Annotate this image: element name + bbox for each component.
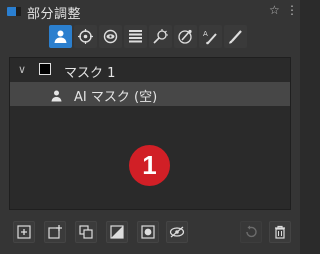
color-picker-icon[interactable] xyxy=(174,25,197,48)
panel-title: 部分調整 xyxy=(27,7,82,22)
chevron-down-icon[interactable]: ∨ xyxy=(18,63,26,76)
person-mask-icon[interactable] xyxy=(49,25,72,48)
eye-hide-icon[interactable] xyxy=(166,221,188,243)
callout-number-badge: 1 xyxy=(129,145,170,186)
magic-wand-icon[interactable] xyxy=(149,25,172,48)
panel-header: 部分調整 ☆ ⋮ xyxy=(0,0,300,22)
duplicate-icon[interactable] xyxy=(75,221,97,243)
add-layer-icon[interactable] xyxy=(13,221,35,243)
mask-color-swatch[interactable] xyxy=(39,63,51,75)
trash-icon[interactable] xyxy=(269,221,291,243)
ai-mask-row[interactable]: AI マスク (空) xyxy=(10,82,290,106)
brush-icon[interactable] xyxy=(224,25,247,48)
undo-icon[interactable] xyxy=(240,221,262,243)
local-adjustments-panel: 部分調整 ☆ ⋮ A ∨ マスク 1 AI マスク (空) 1 xyxy=(0,0,300,254)
mask-layer-row[interactable]: ∨ マスク 1 xyxy=(10,58,290,82)
mask-layer-list: ∨ マスク 1 AI マスク (空) xyxy=(9,57,291,210)
text-brush-icon[interactable]: A xyxy=(199,25,222,48)
mask-tool-toolbar: A xyxy=(49,25,249,48)
record-mask-icon[interactable] xyxy=(137,221,159,243)
person-icon xyxy=(50,87,63,106)
invert-icon[interactable] xyxy=(106,221,128,243)
panel-menu-icon[interactable]: ⋮ xyxy=(286,3,298,17)
favorite-star-icon[interactable]: ☆ xyxy=(269,3,280,17)
eye-ring-icon[interactable] xyxy=(99,25,122,48)
mask-layer-label: マスク 1 xyxy=(64,66,116,81)
crosshair-target-icon[interactable] xyxy=(74,25,97,48)
lines-stack-icon[interactable] xyxy=(124,25,147,48)
ai-mask-label: AI マスク (空) xyxy=(74,90,158,105)
add-mask-icon[interactable] xyxy=(44,221,66,243)
svg-text:A: A xyxy=(203,30,208,38)
panel-collapse-toggle[interactable] xyxy=(7,7,21,16)
layer-actions-bar xyxy=(0,216,300,254)
